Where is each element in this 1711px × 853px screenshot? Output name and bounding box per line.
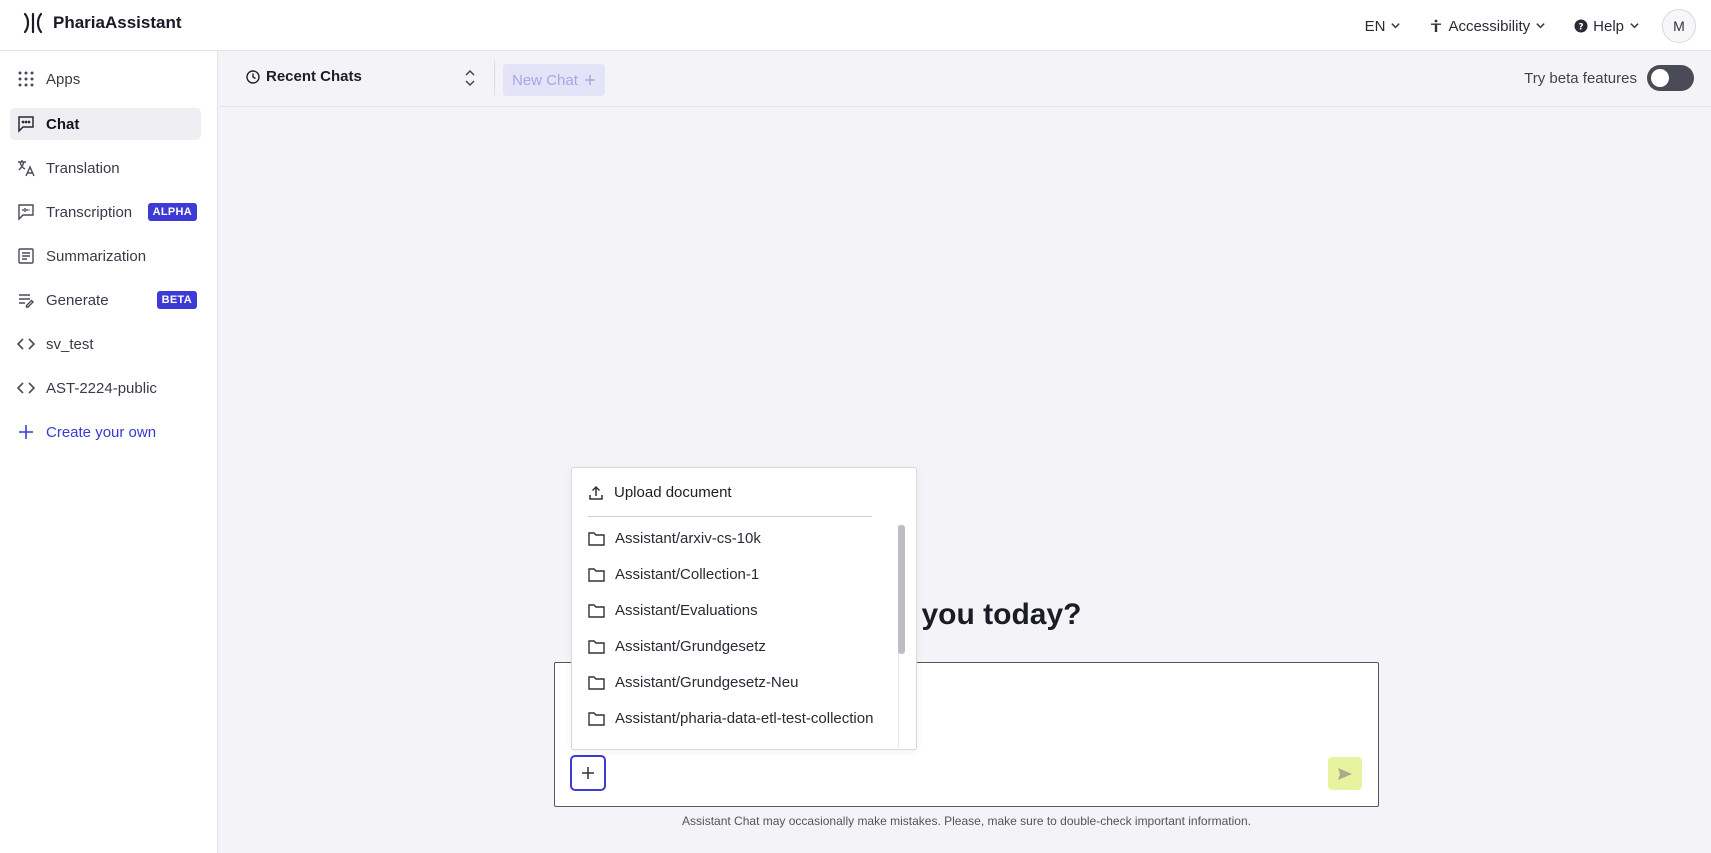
help-menu[interactable]: ? Help: [1574, 18, 1640, 35]
pharia-logo-icon: [23, 12, 43, 34]
dropdown-scrollbar-thumb[interactable]: [898, 525, 905, 654]
collection-option[interactable]: Assistant/pharia-data-etl-test-collectio…: [588, 710, 873, 727]
collection-option[interactable]: Assistant/Grundgesetz-Neu: [588, 674, 798, 691]
translate-icon: [16, 158, 36, 178]
collection-option[interactable]: Assistant/Grundgesetz: [588, 638, 766, 655]
sidebar-item-label: Translation: [46, 159, 120, 177]
sidebar-item-chat[interactable]: Chat: [10, 108, 201, 140]
avatar-initial: M: [1673, 18, 1685, 34]
help-label: Help: [1593, 17, 1624, 35]
top-bar: PhariaAssistant EN Accessibility ? Help …: [0, 0, 1711, 51]
new-chat-label: New Chat: [512, 71, 578, 89]
sidebar-item-label: AST-2224-public: [46, 379, 157, 397]
upload-document-label: Upload document: [614, 484, 732, 501]
dropdown-divider: [588, 516, 872, 517]
app-title: PhariaAssistant: [53, 13, 182, 32]
add-attachment-button[interactable]: [570, 755, 606, 791]
collapse-chevrons-icon[interactable]: [462, 69, 478, 87]
generate-icon: [16, 290, 36, 310]
collection-option[interactable]: Assistant/Evaluations: [588, 602, 758, 619]
collection-label: Assistant/pharia-data-etl-test-collectio…: [615, 710, 874, 727]
clock-icon: [246, 69, 260, 84]
sidebar-item-summarization[interactable]: Summarization: [10, 240, 201, 272]
beta-features-control: Try beta features: [1524, 65, 1694, 91]
toolbar-divider: [494, 61, 495, 95]
chat-icon: [16, 114, 36, 134]
sidebar-item-label: Chat: [46, 115, 80, 133]
recent-chats-label: Recent Chats: [266, 68, 362, 85]
sidebar-item-create-your-own[interactable]: Create your own: [10, 416, 201, 448]
sidebar-item-label: Create your own: [46, 423, 157, 441]
code-icon: [16, 378, 36, 398]
new-chat-button[interactable]: New Chat: [503, 64, 605, 96]
sidebar-item-label: Generate: [46, 291, 109, 309]
collection-option[interactable]: Assistant/arxiv-cs-10k: [588, 530, 761, 547]
collection-option[interactable]: Assistant/Collection-1: [588, 566, 759, 583]
sidebar-item-label: Summarization: [46, 247, 147, 265]
folder-icon: [588, 712, 605, 726]
accessibility-icon: [1431, 19, 1442, 32]
sidebar-item-generate[interactable]: Generate BETA: [10, 284, 201, 316]
sidebar-item-label: Transcription: [46, 203, 133, 221]
chevron-down-icon: [1629, 18, 1640, 35]
beta-badge: BETA: [156, 291, 197, 309]
svg-text:?: ?: [1579, 23, 1584, 33]
folder-icon: [588, 568, 605, 582]
sidebar-item-apps[interactable]: Apps: [10, 63, 201, 95]
send-button[interactable]: [1328, 757, 1362, 790]
apps-grid-icon: [16, 69, 36, 89]
sidebar-item-label: Apps: [46, 70, 81, 88]
sidebar-item-label: sv_test: [46, 335, 94, 353]
accessibility-menu[interactable]: Accessibility: [1429, 18, 1546, 35]
upload-icon: [589, 485, 603, 500]
language-label: EN: [1364, 17, 1386, 35]
folder-icon: [588, 532, 605, 546]
sidebar-item-transcription[interactable]: Transcription ALPHA: [10, 196, 201, 228]
alpha-badge: ALPHA: [147, 203, 197, 221]
code-icon: [16, 334, 36, 354]
sidebar: Apps Chat Translation Transcription ALPH…: [0, 51, 218, 853]
collection-label: Assistant/Evaluations: [615, 602, 758, 619]
collection-label: Assistant/Grundgesetz-Neu: [615, 674, 799, 691]
sidebar-item-translation[interactable]: Translation: [10, 152, 201, 184]
collection-label: Assistant/arxiv-cs-10k: [615, 530, 761, 547]
plus-icon: [16, 422, 36, 442]
plus-icon: [582, 767, 594, 779]
avatar[interactable]: M: [1662, 9, 1696, 43]
folder-icon: [588, 604, 605, 618]
summarize-icon: [16, 246, 36, 266]
recent-chats-toggle[interactable]: Recent Chats: [246, 68, 362, 85]
plus-icon: [584, 75, 595, 85]
folder-icon: [588, 676, 605, 690]
chevron-down-icon: [1535, 18, 1546, 35]
app-logo[interactable]: PhariaAssistant: [21, 11, 182, 35]
transcription-icon: [16, 202, 36, 222]
chat-toolbar: Recent Chats New Chat Try beta features: [219, 51, 1711, 107]
collection-label: Assistant/Collection-1: [615, 566, 760, 583]
sidebar-item-ast-2224-public[interactable]: AST-2224-public: [10, 372, 201, 404]
collection-label: Assistant/Grundgesetz: [615, 638, 766, 655]
accessibility-label: Accessibility: [1448, 17, 1531, 35]
help-icon: ?: [1574, 19, 1588, 33]
language-selector[interactable]: EN: [1365, 18, 1402, 35]
disclaimer-text: Assistant Chat may occasionally make mis…: [682, 814, 1251, 828]
beta-features-toggle[interactable]: [1647, 65, 1694, 91]
folder-icon: [588, 640, 605, 654]
chevron-down-icon: [1390, 18, 1401, 35]
beta-features-label: Try beta features: [1524, 69, 1637, 87]
upload-document-option[interactable]: Upload document: [588, 484, 732, 501]
send-icon: [1338, 767, 1352, 780]
attachment-dropdown: Upload document Assistant/arxiv-cs-10k A…: [571, 467, 917, 750]
sidebar-item-sv-test[interactable]: sv_test: [10, 328, 201, 360]
